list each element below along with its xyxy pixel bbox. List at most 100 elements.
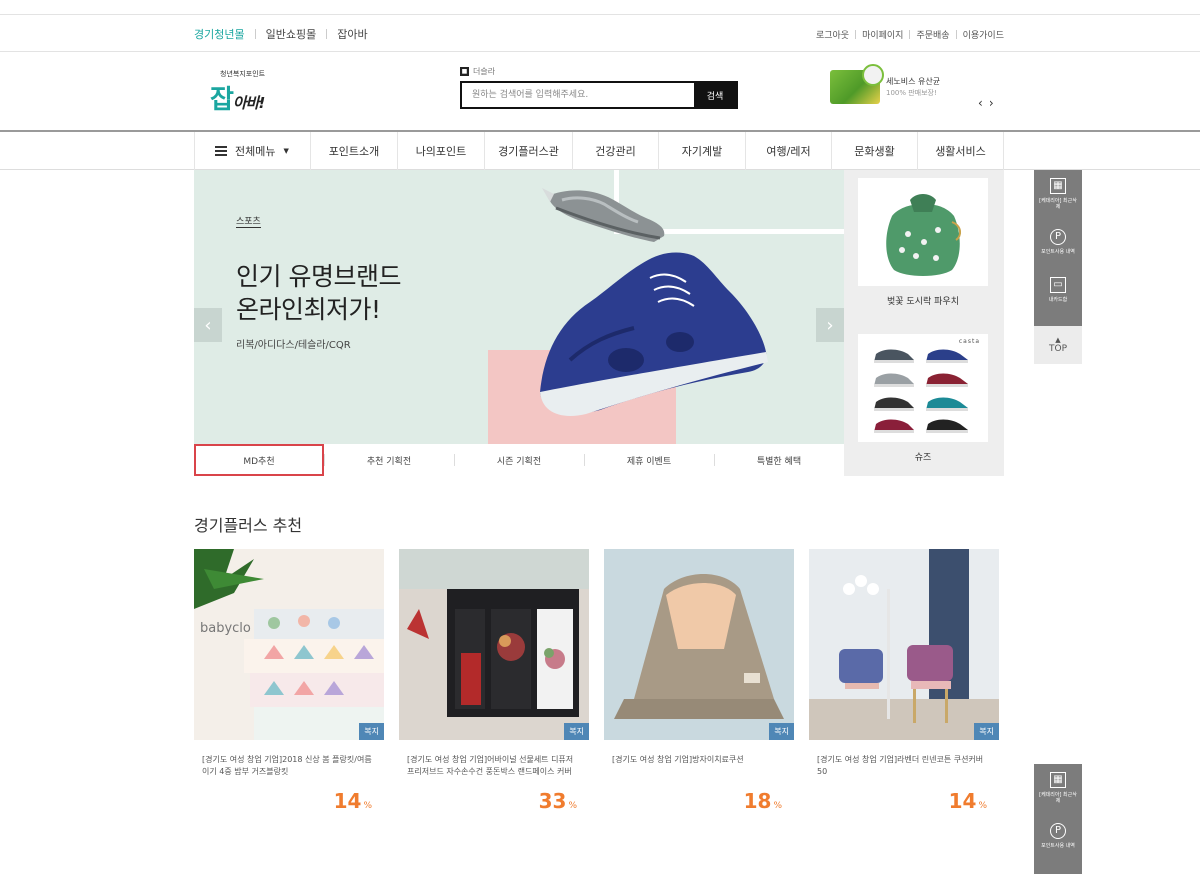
promo-next-icon[interactable]: › xyxy=(989,96,994,110)
discount-value: 18 xyxy=(743,789,772,813)
quick-point-history[interactable]: P 포인트사용 내역 xyxy=(1034,218,1082,266)
hero-subtitle: 리복/아디다스/테슬라/CQR xyxy=(236,340,351,351)
search-input[interactable] xyxy=(462,83,694,107)
nav-menu: 전체메뉴 ▼ 포인트소개 나의포인트 경기플러스관 건강관리 자기계발 여행/레… xyxy=(194,132,1004,170)
discount-rate: 18% xyxy=(744,789,782,813)
nav-item-health[interactable]: 건강관리 xyxy=(573,132,659,170)
tab-special-benefit[interactable]: 특별한 혜택 xyxy=(714,444,844,476)
quick-point-history[interactable]: P 포인트사용 내역 xyxy=(1034,812,1082,860)
mall-link-jobaba[interactable]: 잡아바 xyxy=(337,26,367,42)
grey-sneaker-image xyxy=(542,188,665,242)
product-name: [경기도 여성 창업 기업]라벤더 린넨코튼 쿠션커버50 xyxy=(817,755,984,776)
side-product-panel: 벚꽃 도시락 파우치 casta 슈즈 xyxy=(844,170,1004,476)
quick-menu: ▦ [케데리아] 최근삭제 P 포인트사용 내역 ▭ 내카드함 xyxy=(1034,170,1082,326)
nav-item-gyeonggi-plus[interactable]: 경기플러스관 xyxy=(485,132,573,170)
search-tag: ■ 더슬라 xyxy=(460,66,738,77)
tab-recommend-promo[interactable]: 추천 기획전 xyxy=(324,444,454,476)
nav-item-life-service[interactable]: 생활서비스 xyxy=(918,132,1004,170)
search-button[interactable]: 검색 xyxy=(694,83,736,107)
hero-banner[interactable]: 스포츠 인기 유명브랜드 온라인최저가! 리복/아디다스/테슬라/CQR ‹ › xyxy=(194,170,844,444)
scroll-top-label: TOP xyxy=(1048,343,1067,354)
nav-item-travel[interactable]: 여행/레저 xyxy=(746,132,832,170)
quick-point-label: 포인트사용 내역 xyxy=(1041,843,1075,849)
blue-sneaker-image xyxy=(540,252,768,416)
quick-menu-bottom: ▦ [케데리아] 최근삭제 P 포인트사용 내역 xyxy=(1034,764,1082,874)
search-box: 검색 xyxy=(460,81,738,109)
hero-title-line2: 온라인최저가! xyxy=(236,295,381,324)
shoes-brand-text: casta xyxy=(958,338,980,345)
logo-subtitle: 청년복지포인트 xyxy=(220,70,266,78)
header-promo-banner[interactable]: 세노비스 유산균 100% 판매보장! ‹ › xyxy=(830,64,1010,116)
top-utility-bar: 경기청년몰 일반쇼핑몰 잡아바 로그아웃 마이페이지 주문배송 이용가이드 xyxy=(0,14,1200,52)
promo-prev-icon[interactable]: ‹ xyxy=(978,96,983,110)
discount-value: 33 xyxy=(538,789,567,813)
mypage-link[interactable]: 마이페이지 xyxy=(862,28,903,41)
quick-recent-item[interactable]: ▦ [케데리아] 최근삭제 xyxy=(1034,764,1082,812)
nav-item-my-point[interactable]: 나의포인트 xyxy=(398,132,485,170)
point-icon: P xyxy=(1050,229,1066,245)
product-image: 복지 xyxy=(604,549,794,740)
product-card[interactable]: 복지 [경기도 여성 창업 기업]방자이치료쿠션 18% xyxy=(604,549,794,813)
divider xyxy=(855,30,857,39)
product-card[interactable]: babyclo 복지 [경기도 여성 창업 기업]2018 신상 봄 플랑킷/여… xyxy=(194,549,384,813)
quick-my-card[interactable]: ▭ 내카드함 xyxy=(1034,266,1082,314)
hamburger-icon xyxy=(215,146,227,156)
nav-all-menu-label: 전체메뉴 xyxy=(235,145,276,158)
point-icon: P xyxy=(1050,823,1066,839)
hero-title-line1: 인기 유명브랜드 xyxy=(236,262,401,291)
product-name: [경기도 여성 창업 기업]방자이치료쿠션 xyxy=(612,755,744,764)
side-product-card[interactable]: casta 슈즈 xyxy=(858,334,988,463)
building-icon: ▦ xyxy=(1050,178,1066,194)
logout-link[interactable]: 로그아웃 xyxy=(816,28,849,41)
tab-md-recommend[interactable]: MD추천 xyxy=(194,444,324,476)
welfare-badge: 복지 xyxy=(974,723,999,740)
product-image: babyclo 복지 xyxy=(194,549,384,740)
discount-unit: % xyxy=(568,801,577,811)
side-product-card[interactable]: 벚꽃 도시락 파우치 xyxy=(858,178,988,307)
guide-link[interactable]: 이용가이드 xyxy=(963,28,1004,41)
logo-tail-text: 아바! xyxy=(232,94,265,112)
divider xyxy=(955,30,957,39)
search-tag-label: 더슬라 xyxy=(473,67,496,76)
logo-wordmark: 잡아바! xyxy=(210,79,265,116)
arrow-up-icon: ▲ xyxy=(1055,335,1061,344)
product-card[interactable]: 복지 [경기도 여성 창업 기업]어바이널 선물세트 디퓨저 프리저브드 자수손… xyxy=(399,549,589,813)
product-list: babyclo 복지 [경기도 여성 창업 기업]2018 신상 봄 플랑킷/여… xyxy=(194,549,1004,819)
tab-partner-event[interactable]: 제휴 이벤트 xyxy=(584,444,714,476)
search-tag-icon: ■ xyxy=(460,67,469,76)
divider xyxy=(254,29,256,39)
hero-next-arrow[interactable]: › xyxy=(816,308,844,342)
quick-card-label: 내카드함 xyxy=(1048,297,1068,303)
nav-item-self-development[interactable]: 자기계발 xyxy=(659,132,746,170)
discount-unit: % xyxy=(363,801,372,811)
hero-prev-arrow[interactable]: ‹ xyxy=(194,308,222,342)
order-delivery-link[interactable]: 주문배송 xyxy=(916,28,949,41)
product-card[interactable]: 복지 [경기도 여성 창업 기업]라벤더 린넨코튼 쿠션커버50 14% xyxy=(809,549,999,813)
mall-link-youth[interactable]: 경기청년몰 xyxy=(194,26,245,42)
building-icon: ▦ xyxy=(1050,772,1066,788)
mall-link-general[interactable]: 일반쇼핑몰 xyxy=(266,26,317,42)
divider xyxy=(326,29,328,39)
discount-rate: 14% xyxy=(334,789,372,813)
product-name: [경기도 여성 창업 기업]어바이널 선물세트 디퓨저 프리저브드 자수손수건 … xyxy=(407,755,574,776)
nav-item-point-intro[interactable]: 포인트소개 xyxy=(311,132,398,170)
nav-all-menu[interactable]: 전체메뉴 ▼ xyxy=(195,132,311,170)
mall-switcher: 경기청년몰 일반쇼핑몰 잡아바 xyxy=(194,26,368,42)
card-icon: ▭ xyxy=(1050,277,1066,293)
welfare-badge: 복지 xyxy=(359,723,384,740)
quick-recent-label: [케데리아] 최근삭제 xyxy=(1039,198,1077,210)
discount-unit: % xyxy=(978,801,987,811)
quick-point-label: 포인트사용 내역 xyxy=(1041,249,1075,255)
quick-recent-item[interactable]: ▦ [케데리아] 최근삭제 xyxy=(1034,170,1082,218)
banner-tabs: MD추천 추천 기획전 시즌 기획전 제휴 이벤트 특별한 혜택 xyxy=(194,444,844,476)
quick-recent-label: [케데리아] 최근삭제 xyxy=(1039,792,1077,804)
hero-title: 인기 유명브랜드 온라인최저가! xyxy=(236,260,401,326)
discount-value: 14 xyxy=(333,789,362,813)
nav-item-culture[interactable]: 문화생활 xyxy=(832,132,918,170)
site-logo[interactable]: 청년복지포인트 잡아바! xyxy=(210,69,290,119)
side-product-name: 슈즈 xyxy=(914,453,932,463)
scroll-top-button[interactable]: ▲ TOP xyxy=(1034,326,1082,364)
product-name: [경기도 여성 창업 기업]2018 신상 봄 플랑킷/여름이기 4중 밤부 거… xyxy=(202,755,372,776)
tab-season-promo[interactable]: 시즌 기획전 xyxy=(454,444,584,476)
product-image: 복지 xyxy=(809,549,999,740)
